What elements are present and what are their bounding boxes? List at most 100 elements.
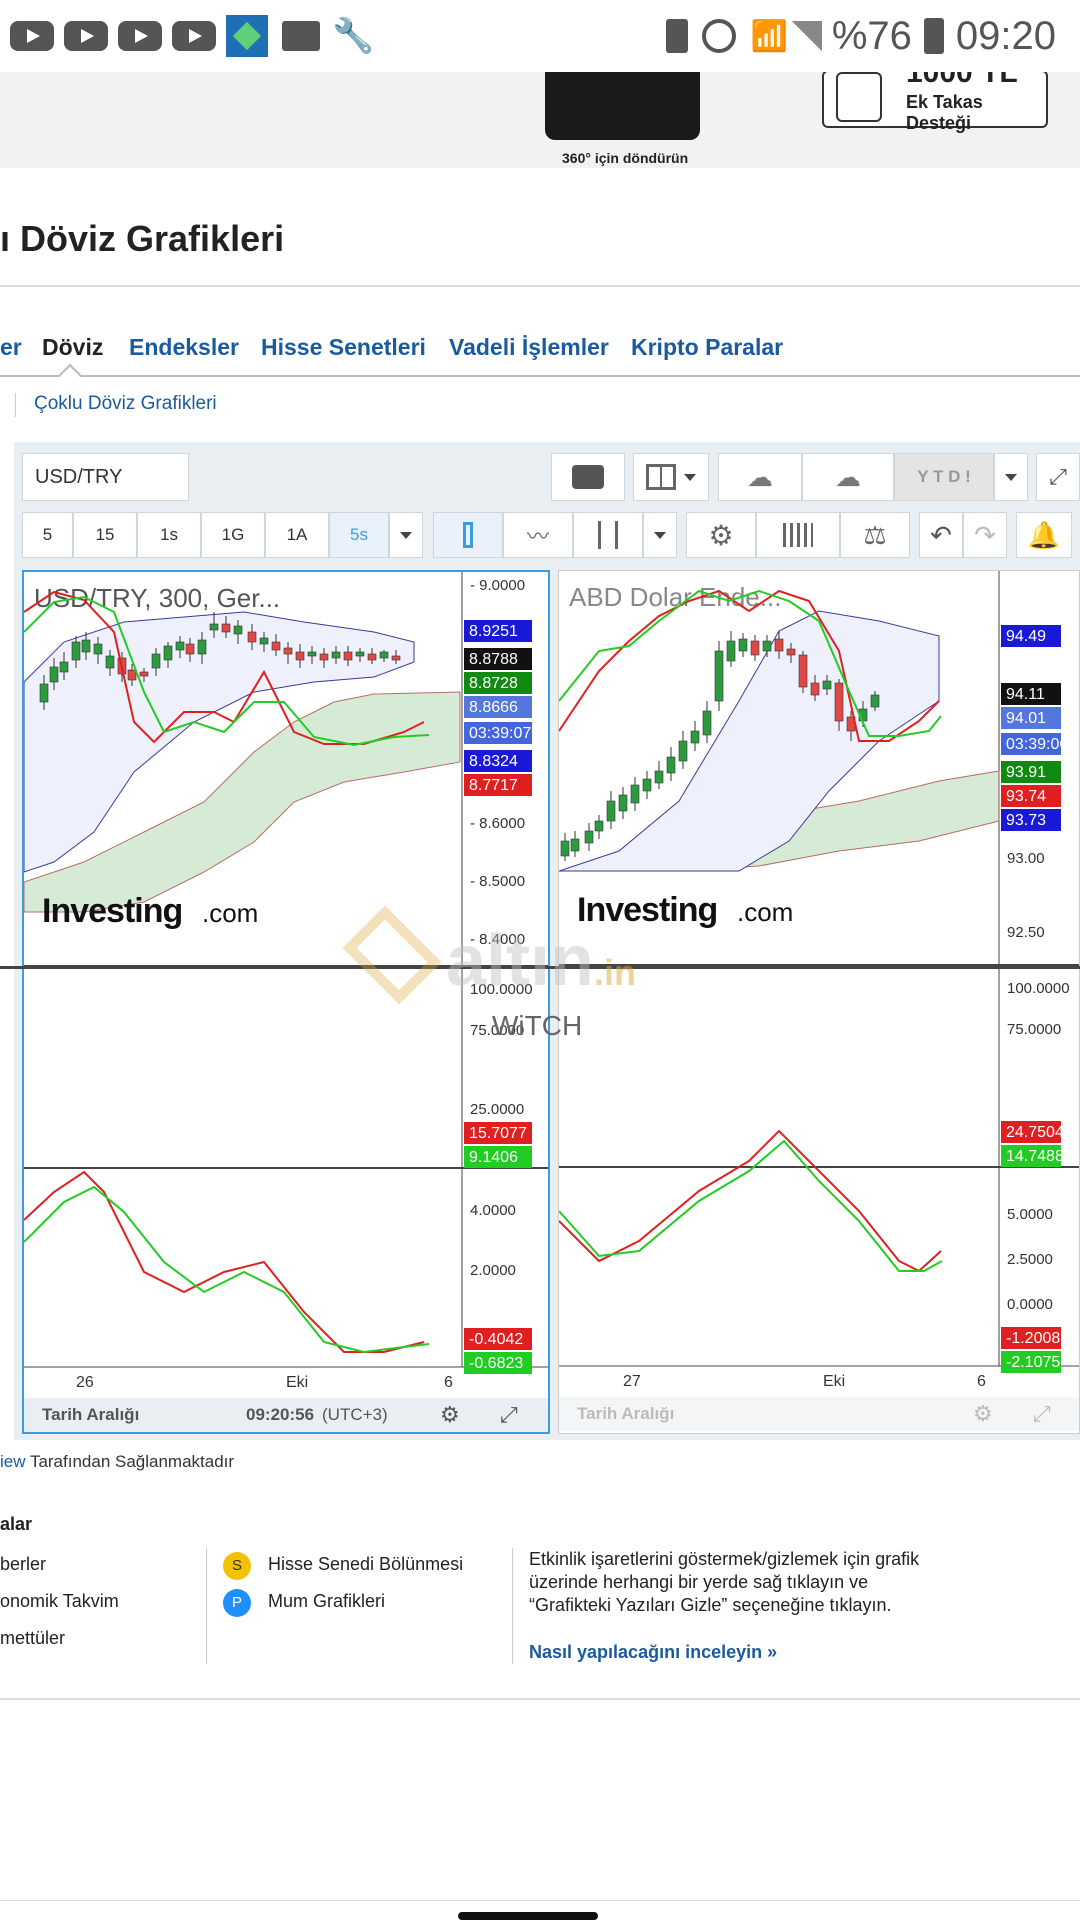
- legend-info: Etkinlik işaretlerini göstermek/gizlemek…: [529, 1549, 920, 1615]
- breadcrumb-separator: [15, 393, 16, 417]
- candle: [690, 730, 700, 744]
- candle: [185, 643, 195, 655]
- chart-canvas[interactable]: ABD Dolar Ende...Investing .com93.0092.50…: [559, 571, 1080, 1431]
- interval-15[interactable]: 15: [73, 512, 137, 558]
- candle: [259, 637, 269, 645]
- tab-vadeli[interactable]: Vadeli İşlemler: [449, 334, 609, 361]
- candle: [798, 654, 808, 688]
- battery-percent: %76: [831, 13, 912, 58]
- interval-1g[interactable]: 1G: [201, 512, 265, 558]
- signal-icon: [791, 21, 822, 51]
- macd-tick: 5.0000: [1007, 1206, 1053, 1223]
- legend-info-link[interactable]: Nasıl yapılacağını inceleyin »: [529, 1642, 777, 1663]
- interval-5[interactable]: 5: [22, 512, 73, 558]
- chevron-down-icon: [400, 531, 412, 539]
- interval-label: 5s: [350, 525, 368, 544]
- candle: [71, 641, 81, 661]
- watermark-main: altın: [446, 921, 595, 1001]
- macd-signal-line: [24, 1185, 430, 1354]
- redo-button[interactable]: ↷: [963, 512, 1007, 558]
- interval-label: 5: [42, 525, 53, 544]
- clock: 09:20: [955, 13, 1056, 58]
- candle: [151, 653, 161, 669]
- ytd-button[interactable]: Y T D !: [894, 453, 994, 501]
- candle: [295, 651, 305, 661]
- provider-link[interactable]: iew: [0, 1452, 26, 1471]
- layout-button[interactable]: [633, 453, 709, 501]
- candle: [750, 640, 760, 656]
- candle: [175, 641, 185, 651]
- promo-box[interactable]: 1000 TL Ek Takas Desteği: [822, 56, 1048, 133]
- price-label: 93.91: [1006, 764, 1046, 781]
- bar-chart-button[interactable]: [573, 512, 643, 558]
- time-axis-tick: Eki: [286, 1374, 308, 1391]
- expand-icon: ⤢: [500, 1402, 518, 1427]
- chevron-down-icon: [684, 473, 696, 481]
- promo-text: Ek Takas Desteği: [906, 92, 983, 133]
- ohlc-icon: [598, 521, 618, 549]
- product-image: [545, 68, 700, 140]
- ytd-label: Y T D !: [917, 467, 971, 486]
- compare-button[interactable]: ⚖: [840, 512, 910, 558]
- investing-watermark-suffix: .com: [202, 898, 258, 928]
- chart-panel-dxy[interactable]: ABD Dolar Ende... Investing .com 93.00 92.50…: [558, 570, 1080, 1434]
- chart-canvas[interactable]: USD/TRY, 300, Ger... Investing .com - 9.000…: [24, 572, 548, 1432]
- macd-tick: 4.0000: [470, 1202, 516, 1219]
- interval-label: 15: [95, 525, 115, 544]
- macd-tick: 0.0000: [1007, 1296, 1053, 1313]
- breadcrumb-link[interactable]: Çoklu Döviz Grafikleri: [34, 393, 217, 415]
- candle: [738, 638, 748, 652]
- date-range-label: Tarih Aralığı: [577, 1404, 674, 1423]
- cloud-save-button[interactable]: ☁: [802, 453, 894, 501]
- alert-button[interactable]: 🔔: [1016, 512, 1072, 558]
- tab-kripto[interactable]: Kripto Paralar: [631, 334, 783, 361]
- stoch-label: 14.7488: [1006, 1148, 1064, 1165]
- tab-endeksler[interactable]: Endeksler: [129, 334, 239, 361]
- candle-type-button[interactable]: [433, 512, 503, 558]
- folder-icon: [282, 21, 320, 51]
- candle: [197, 639, 207, 655]
- line-chart-button[interactable]: 〰: [503, 512, 573, 558]
- legend-item: mettüler: [0, 1628, 66, 1648]
- indicators-button[interactable]: [756, 512, 840, 558]
- stoch-label: 15.7077: [469, 1125, 527, 1142]
- candle: [560, 840, 570, 857]
- price-label: 8.8324: [469, 753, 518, 770]
- interval-1a[interactable]: 1A: [265, 512, 329, 558]
- tabs-divider: [0, 375, 1080, 377]
- ad-banner[interactable]: 360° için döndürün 1000 TL Ek Takas Dest…: [0, 56, 1080, 168]
- interval-1s[interactable]: 1s: [137, 512, 201, 558]
- settings-button[interactable]: ⚙: [686, 512, 756, 558]
- price-label: 8.8728: [469, 675, 518, 692]
- chevron-down-icon: [1005, 473, 1017, 481]
- rotate-caption: 360° için döndürün: [562, 150, 689, 166]
- watermark-sub: WiTCH: [492, 1010, 583, 1041]
- undo-button[interactable]: ↶: [919, 512, 963, 558]
- interval-5s[interactable]: 5s: [329, 512, 389, 558]
- fullscreen-button[interactable]: ⤢: [1036, 453, 1080, 501]
- candle: [233, 625, 243, 635]
- ytd-dropdown[interactable]: [994, 453, 1028, 501]
- active-tab-caret: [58, 363, 82, 387]
- time-axis-tick: 6: [444, 1374, 453, 1391]
- tab-hisse[interactable]: Hisse Senetleri: [261, 334, 426, 361]
- tab-doviz[interactable]: Döviz: [42, 334, 103, 361]
- candle: [642, 778, 652, 792]
- price-label: 8.7717: [469, 777, 518, 794]
- time-axis-tick: Eki: [823, 1373, 845, 1390]
- provider-text: iew Tarafından Sağlanmaktadır: [0, 1452, 234, 1472]
- candle: [606, 800, 616, 822]
- youtube-icon: [10, 21, 54, 51]
- chart-panel-usdtry[interactable]: USD/TRY, 300, Ger... Investing .com - 9.000…: [22, 570, 550, 1434]
- chart-type-dropdown[interactable]: [643, 512, 677, 558]
- cloud-load-button[interactable]: ☁: [718, 453, 802, 501]
- interval-dropdown[interactable]: [389, 512, 423, 558]
- symbol-input[interactable]: USD/TRY: [22, 453, 189, 501]
- price-label: 8.8666: [469, 699, 518, 716]
- screenshot-button[interactable]: [551, 453, 625, 501]
- chart-clock: 09:20:56: [246, 1405, 314, 1424]
- tab-prev[interactable]: er: [0, 334, 22, 361]
- status-bar: 🔧 📶 %76 09:20: [0, 0, 1080, 72]
- interval-label: 1G: [221, 525, 245, 544]
- candle: [247, 631, 257, 643]
